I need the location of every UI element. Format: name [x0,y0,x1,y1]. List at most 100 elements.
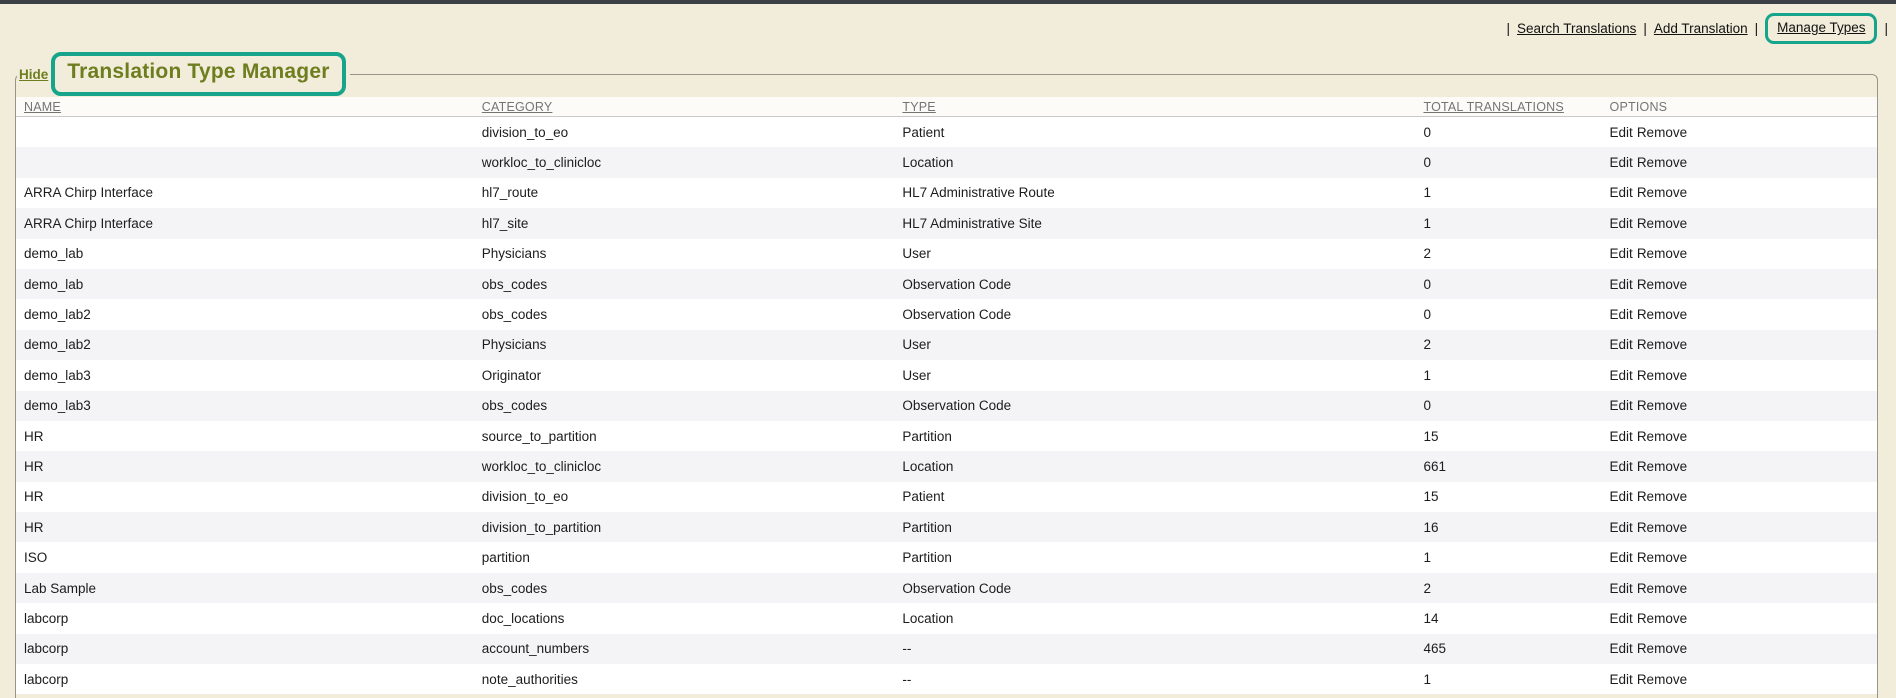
cell-category: Originator [474,360,895,390]
nav-search-translations[interactable]: Search Translations [1517,21,1636,36]
cell-options: Edit Remove [1602,299,1877,329]
edit-link[interactable]: Edit [1610,641,1633,656]
top-border-strip [0,0,1896,4]
nav-manage-types[interactable]: Manage Types [1777,20,1865,35]
table-header-row: NAME CATEGORY TYPE TOTAL TRANSLATIONS OP… [16,97,1877,117]
remove-link[interactable]: Remove [1637,641,1687,656]
cell-name: HR [16,421,474,451]
cell-total: 465 [1415,634,1601,664]
cell-name: Lab Sample [16,573,474,603]
cell-type: Patient [894,482,1415,512]
edit-link[interactable]: Edit [1610,125,1633,140]
remove-link[interactable]: Remove [1637,489,1687,504]
table-row: workloc_to_cliniclocLocation0EditRemove [16,147,1877,177]
remove-link[interactable]: Remove [1637,672,1687,687]
cell-type: Location [894,147,1415,177]
cell-type: User [894,360,1415,390]
edit-link[interactable]: Edit [1610,155,1633,170]
cell-total: 0 [1415,117,1601,148]
edit-link[interactable]: Edit [1610,489,1633,504]
cell-name: ARRA Chirp Interface [16,178,474,208]
column-header-type[interactable]: TYPE [894,97,1415,117]
edit-link[interactable]: Edit [1610,277,1633,292]
edit-link[interactable]: Edit [1610,672,1633,687]
cell-total: 0 [1415,269,1601,299]
table-row: HRdivision_to_eoPatient15EditRemove [16,482,1877,512]
table-row: labcorpnote_authorities--1EditRemove [16,664,1877,694]
cell-type: Observation Code [894,269,1415,299]
manage-types-highlight-box: Manage Types [1765,13,1877,44]
column-header-total-translations[interactable]: TOTAL TRANSLATIONS [1415,97,1601,117]
edit-link[interactable]: Edit [1610,337,1633,352]
cell-category: partition [474,542,895,572]
cell-options: Edit Remove [1602,664,1877,694]
remove-link[interactable]: Remove [1637,581,1687,596]
nav-add-translation[interactable]: Add Translation [1654,21,1748,36]
remove-link[interactable]: Remove [1637,337,1687,352]
edit-link[interactable]: Edit [1610,185,1633,200]
table-body: division_to_eoPatient0EditRemoveworkloc_… [16,117,1877,695]
translation-type-manager-panel: Hide Translation Type Manager NAME CATEG… [15,52,1878,698]
cell-category: doc_locations [474,603,895,633]
edit-link[interactable]: Edit [1610,216,1633,231]
edit-link[interactable]: Edit [1610,307,1633,322]
cell-total: 16 [1415,512,1601,542]
edit-link[interactable]: Edit [1610,611,1633,626]
cell-category: hl7_route [474,178,895,208]
remove-link[interactable]: Remove [1637,216,1687,231]
remove-link[interactable]: Remove [1637,520,1687,535]
cell-name: demo_lab [16,269,474,299]
cell-type: User [894,239,1415,269]
cell-type: Observation Code [894,391,1415,421]
edit-link[interactable]: Edit [1610,459,1633,474]
edit-link[interactable]: Edit [1610,368,1633,383]
cell-options: Edit Remove [1602,330,1877,360]
cell-options: Edit Remove [1602,451,1877,481]
cell-name: demo_lab2 [16,299,474,329]
remove-link[interactable]: Remove [1637,185,1687,200]
cell-options: Edit Remove [1602,239,1877,269]
cell-name: demo_lab [16,239,474,269]
nav-separator: | [1643,21,1647,36]
table-row: HRsource_to_partitionPartition15EditRemo… [16,421,1877,451]
cell-type: Partition [894,421,1415,451]
column-header-name[interactable]: NAME [16,97,474,117]
remove-link[interactable]: Remove [1637,277,1687,292]
translation-types-table: NAME CATEGORY TYPE TOTAL TRANSLATIONS OP… [16,97,1877,694]
edit-link[interactable]: Edit [1610,398,1633,413]
cell-name: HR [16,512,474,542]
cell-type: Observation Code [894,573,1415,603]
remove-link[interactable]: Remove [1637,307,1687,322]
cell-total: 1 [1415,178,1601,208]
remove-link[interactable]: Remove [1637,611,1687,626]
cell-total: 661 [1415,451,1601,481]
table-row: division_to_eoPatient0EditRemove [16,117,1877,148]
cell-name: HR [16,451,474,481]
remove-link[interactable]: Remove [1637,459,1687,474]
cell-options: Edit Remove [1602,421,1877,451]
cell-type: Location [894,451,1415,481]
remove-link[interactable]: Remove [1637,155,1687,170]
remove-link[interactable]: Remove [1637,125,1687,140]
remove-link[interactable]: Remove [1637,550,1687,565]
cell-options: Edit Remove [1602,208,1877,238]
cell-type: Location [894,603,1415,633]
edit-link[interactable]: Edit [1610,520,1633,535]
remove-link[interactable]: Remove [1637,246,1687,261]
edit-link[interactable]: Edit [1610,429,1633,444]
column-header-category[interactable]: CATEGORY [474,97,895,117]
cell-options: Edit Remove [1602,603,1877,633]
edit-link[interactable]: Edit [1610,550,1633,565]
title-highlight-box: Translation Type Manager [51,52,345,96]
remove-link[interactable]: Remove [1637,398,1687,413]
cell-name: HR [16,482,474,512]
cell-name: labcorp [16,603,474,633]
remove-link[interactable]: Remove [1637,368,1687,383]
remove-link[interactable]: Remove [1637,429,1687,444]
edit-link[interactable]: Edit [1610,246,1633,261]
hide-link[interactable]: Hide [19,67,48,82]
table-row: HRworkloc_to_cliniclocLocation661EditRem… [16,451,1877,481]
edit-link[interactable]: Edit [1610,581,1633,596]
cell-name: labcorp [16,634,474,664]
cell-options: Edit Remove [1602,512,1877,542]
